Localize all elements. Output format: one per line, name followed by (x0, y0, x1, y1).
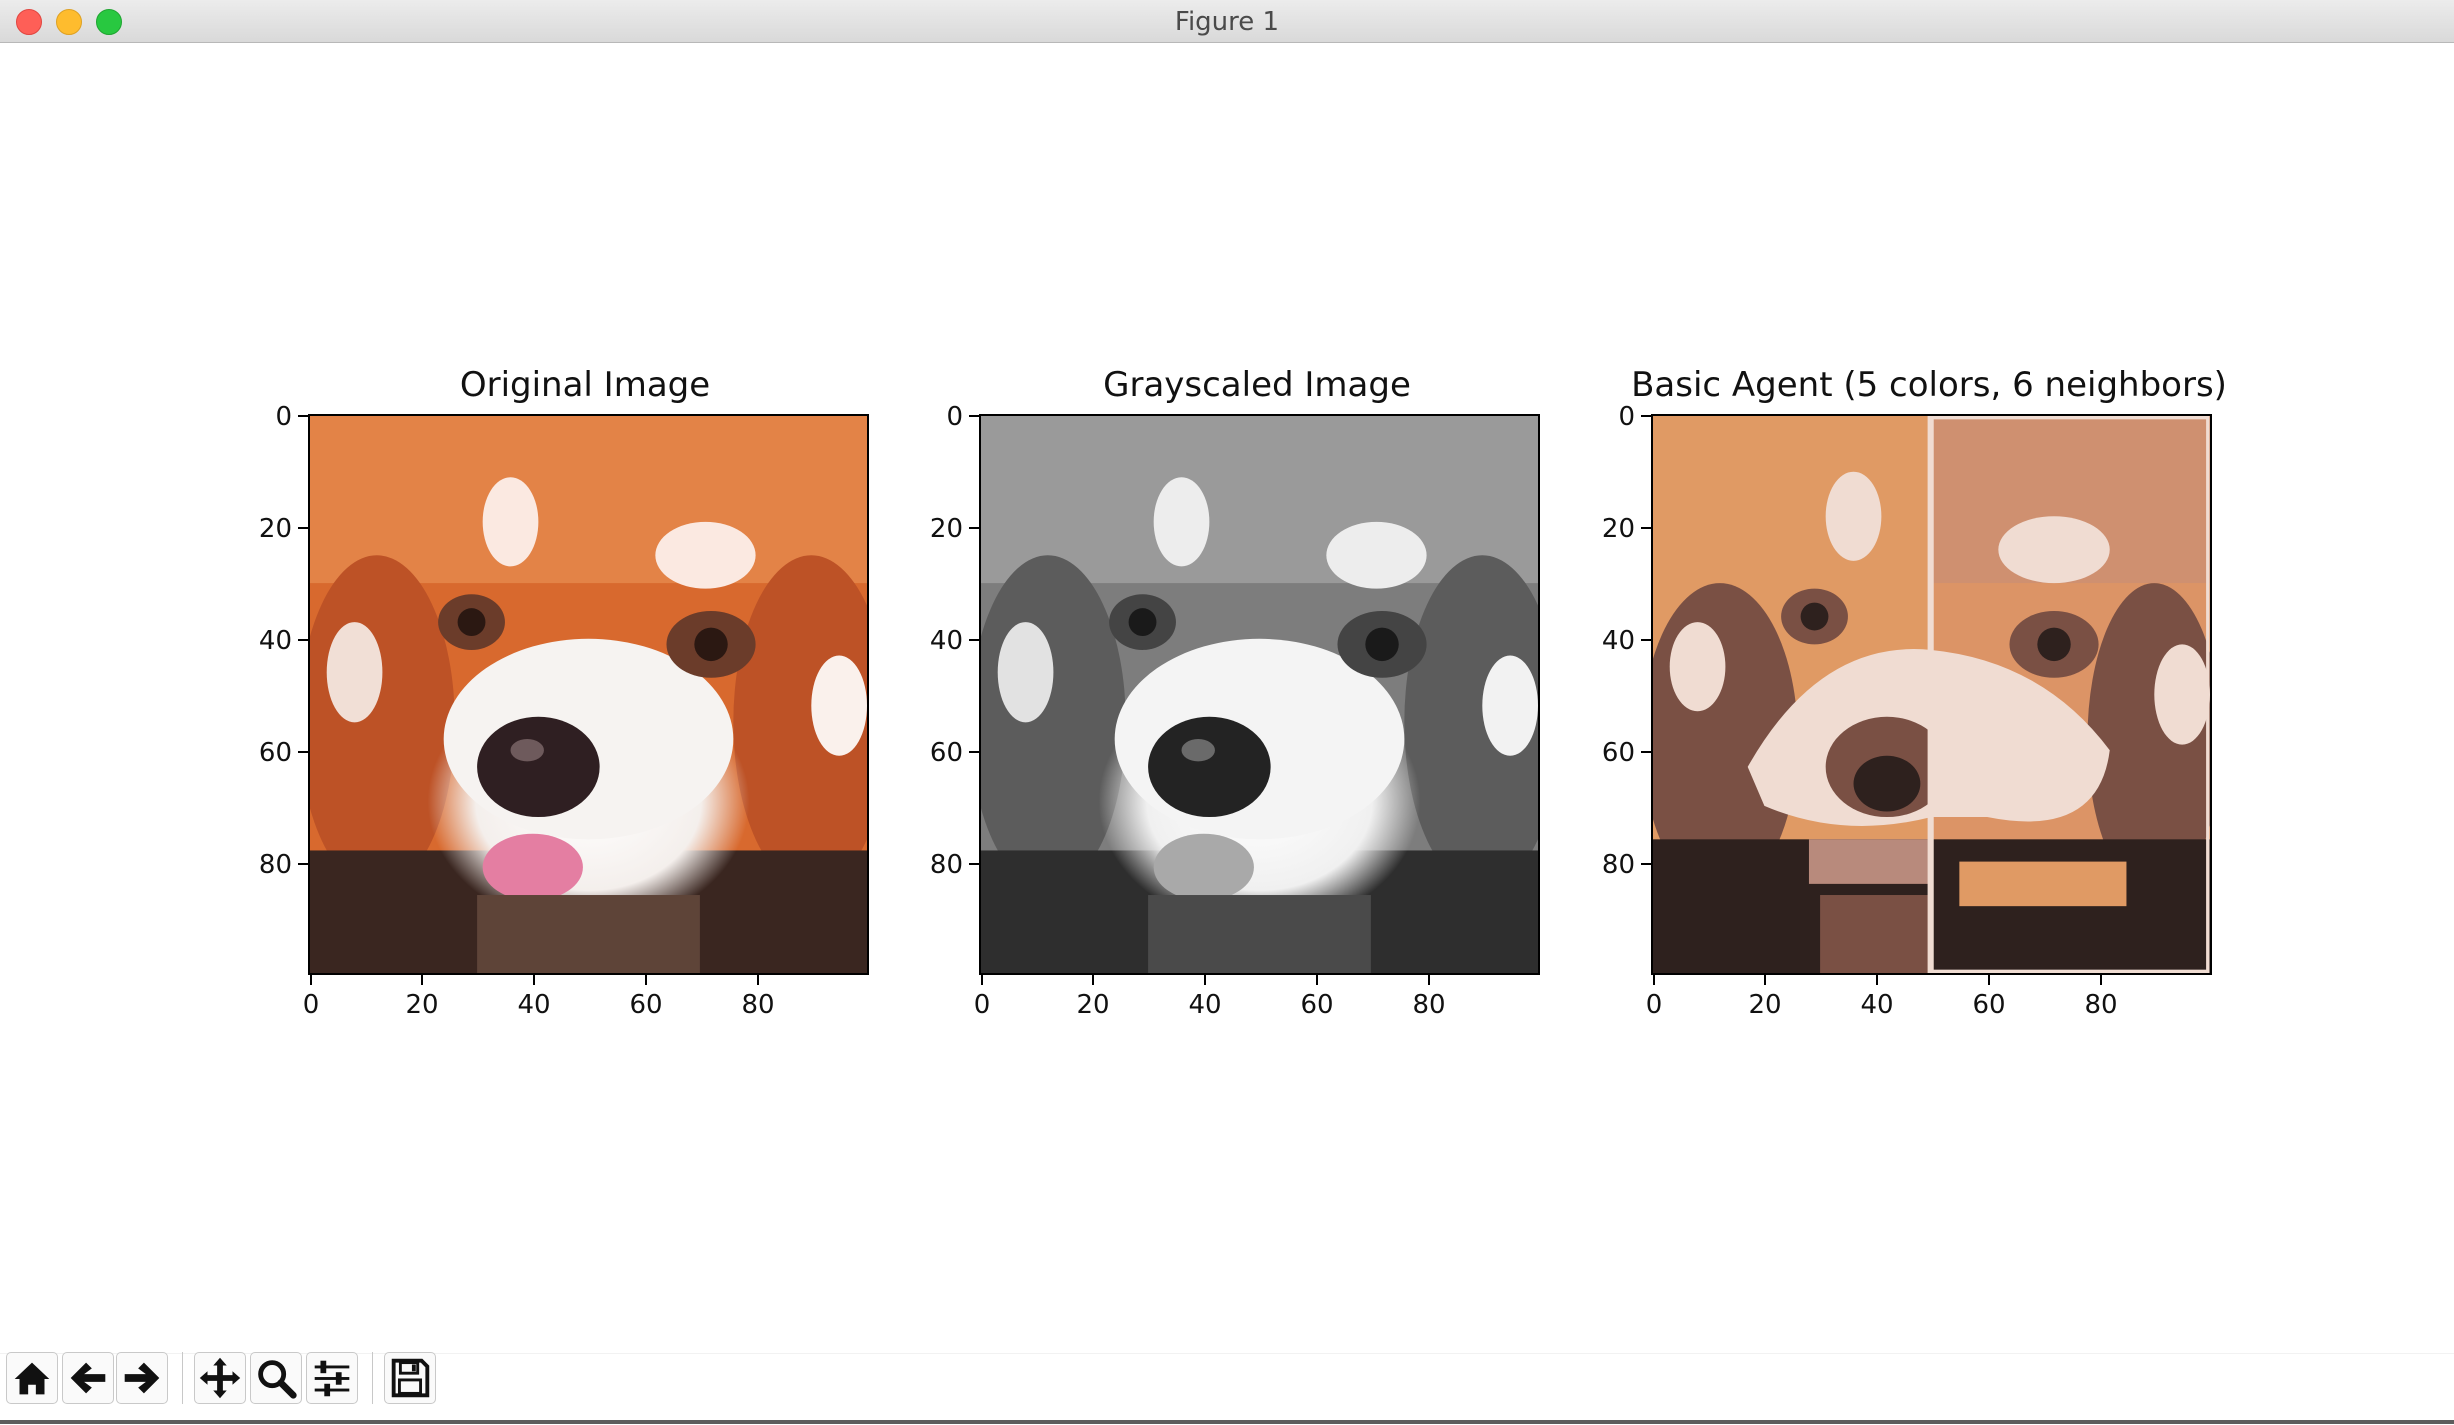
home-button[interactable] (6, 1352, 58, 1404)
y-tick-label: 0 (1618, 402, 1635, 432)
x-tick-label: 20 (1076, 990, 1110, 1020)
move-icon (199, 1357, 241, 1399)
home-icon (14, 1362, 50, 1395)
configure-subplots-button[interactable] (306, 1352, 358, 1404)
y-tick-label: 60 (258, 738, 292, 768)
y-tick-label: 80 (1601, 850, 1635, 880)
toolbar-separator (182, 1352, 183, 1404)
panel-title-original: Original Image (459, 365, 711, 405)
y-tick-label: 40 (1601, 626, 1635, 656)
arrow-left-icon (70, 1362, 106, 1394)
magnifier-icon (258, 1360, 297, 1399)
title-bar: Figure 1 (0, 0, 2454, 43)
y-tick-label: 80 (929, 850, 963, 880)
basic-agent-image (1653, 416, 2210, 973)
forward-button[interactable] (116, 1352, 168, 1404)
x-tick-label: 40 (1188, 990, 1222, 1020)
original-image (310, 416, 867, 973)
arrow-right-icon (124, 1362, 160, 1394)
window-bottom-edge (0, 1420, 2454, 1424)
y-tick-label: 20 (258, 514, 292, 544)
x-tick-label: 60 (629, 990, 663, 1020)
x-tick-label: 0 (1645, 990, 1663, 1020)
save-button[interactable] (384, 1352, 436, 1404)
toolbar-separator (372, 1352, 373, 1404)
y-tick-label: 60 (929, 738, 963, 768)
x-tick-label: 60 (1972, 990, 2006, 1020)
y-tick-label: 80 (258, 850, 292, 880)
x-tick-label: 0 (973, 990, 991, 1020)
y-tick-label: 40 (258, 626, 292, 656)
figure-canvas[interactable]: Original Image 0 20 40 60 80 0 20 40 60 … (0, 43, 2454, 1353)
pan-button[interactable] (194, 1352, 246, 1404)
x-tick-label: 80 (1412, 990, 1446, 1020)
floppy-disk-icon (391, 1358, 430, 1398)
x-tick-label: 20 (1748, 990, 1782, 1020)
basic-agent-image-plot[interactable] (1651, 414, 2212, 975)
y-tick-label: 0 (275, 402, 292, 432)
zoom-button[interactable] (250, 1352, 302, 1404)
x-tick-label: 0 (302, 990, 320, 1020)
back-button[interactable] (62, 1352, 114, 1404)
navigation-toolbar (0, 1353, 2454, 1425)
y-tick-label: 60 (1601, 738, 1635, 768)
original-image-plot[interactable] (308, 414, 869, 975)
y-tick-label: 0 (946, 402, 963, 432)
sliders-icon (314, 1360, 350, 1397)
x-tick-label: 80 (2084, 990, 2118, 1020)
x-tick-label: 60 (1300, 990, 1334, 1020)
y-tick-label: 40 (929, 626, 963, 656)
grayscale-image-plot[interactable] (979, 414, 1540, 975)
grayscale-image (981, 416, 1538, 973)
panel-title-grayscale: Grayscaled Image (1103, 365, 1411, 405)
window-title: Figure 1 (1174, 7, 1280, 37)
y-tick-label: 20 (1601, 514, 1635, 544)
x-tick-label: 20 (405, 990, 439, 1020)
y-tick-label: 20 (929, 514, 963, 544)
panel-title-basic-agent: Basic Agent (5 colors, 6 neighbors) (1631, 365, 2227, 405)
x-tick-label: 80 (741, 990, 775, 1020)
x-tick-label: 40 (517, 990, 551, 1020)
x-tick-label: 40 (1860, 990, 1894, 1020)
